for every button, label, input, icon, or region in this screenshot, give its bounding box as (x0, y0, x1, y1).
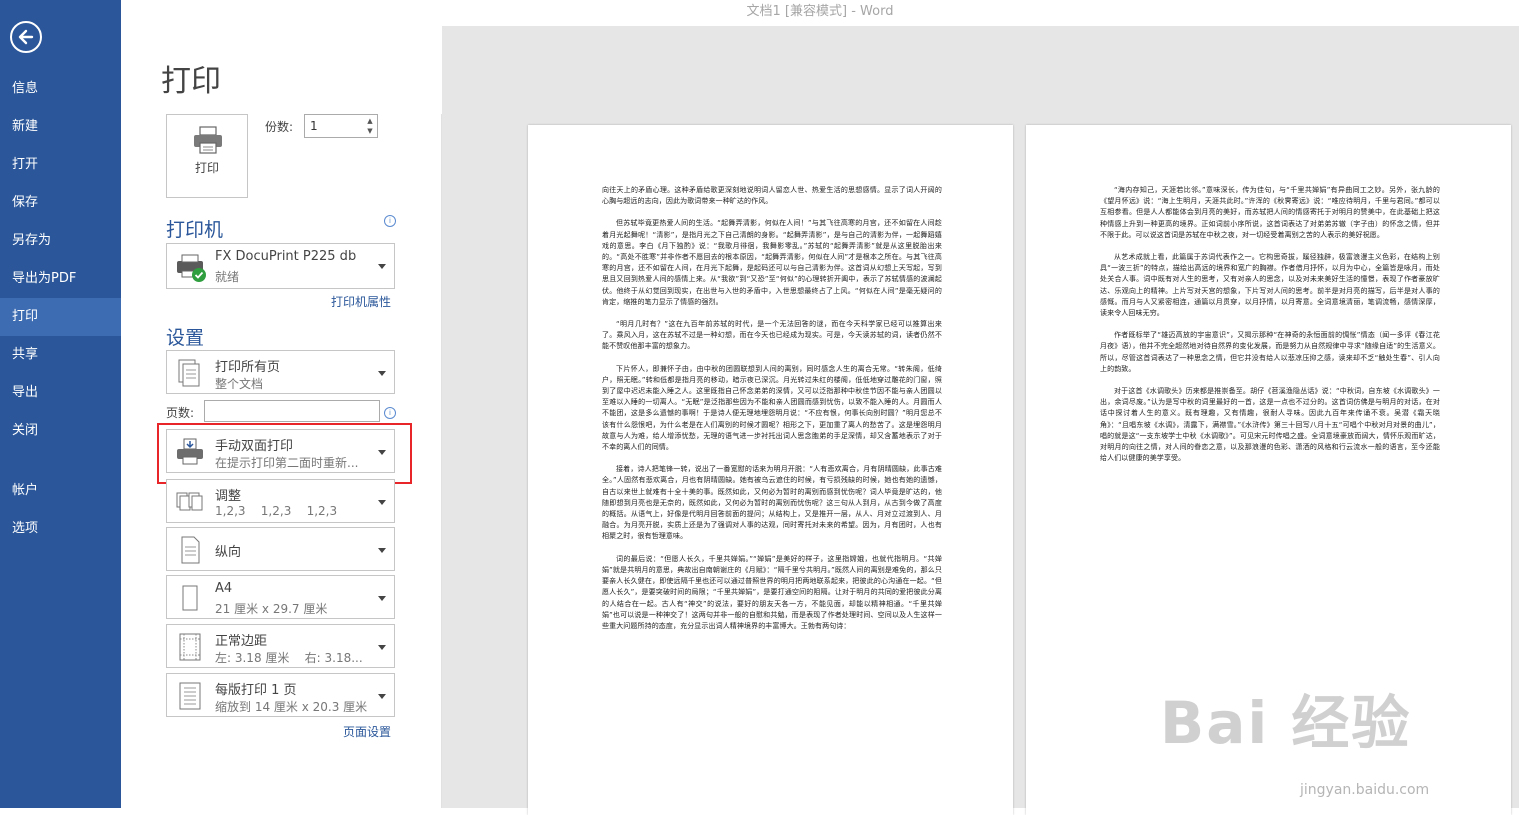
chevron-down-icon (378, 371, 386, 376)
margins-title: 正常边距 (215, 634, 268, 649)
paper-size-subtitle: 21 厘米 x 29.7 厘米 (215, 602, 328, 616)
page-2-paragraph: 对于这首《水调歌头》历来都是推崇备至。胡仔《苕溪渔隐丛话》说：“中秋词，自东坡《… (1100, 387, 1440, 463)
nav-item-print[interactable]: 打印 (0, 298, 121, 336)
baidu-watermark-url: jingyan.baidu.com (1300, 782, 1430, 798)
page-title: 打印 (161, 64, 221, 99)
nav-item-export-pdf[interactable]: 导出为PDF (0, 260, 121, 298)
baidu-watermark: Bai 经验 (1160, 689, 1412, 757)
page-1-paragraph: 接着，诗人把笔锋一转，说出了一番宽慰的话来为明月开脱：“人有悲欢离合，月有阴晴圆… (602, 465, 942, 541)
pages-per-sheet-dropdown[interactable]: 每版打印 1 页 缩放到 14 厘米 x 20.3 厘米 (166, 673, 395, 717)
page-2-paragraph: 作者既标举了“雄迈高放的宇宙意识”，又揭示那种“在神奇的永恒面前的惆怅”情态（闻… (1100, 331, 1440, 373)
nav-item-new[interactable]: 新建 (0, 108, 121, 146)
paper-size-title: A4 (215, 581, 233, 596)
page-2-paragraph: 从艺术成就上看，此篇属于苏词代表作之一。它构思奇拔，蹊径独辟，极富浪漫主义色彩，… (1100, 253, 1440, 318)
chevron-down-icon (378, 645, 386, 650)
spin-up-icon[interactable]: ▲ (365, 116, 375, 126)
chevron-down-icon (378, 548, 386, 553)
back-button[interactable] (10, 21, 42, 53)
chevron-down-icon (378, 500, 386, 505)
preview-page-1: 向往天上的矛盾心理。这种矛盾给歌更深刻地说明词人留恋人世、热爱生活的思想感情。显… (528, 125, 1013, 815)
paper-size-dropdown[interactable]: A4 21 厘米 x 29.7 厘米 (166, 575, 395, 619)
printer-ready-icon (177, 254, 206, 282)
pages-input[interactable] (204, 400, 380, 422)
print-button-label: 打印 (194, 161, 219, 175)
pages-per-sheet-subtitle: 缩放到 14 厘米 x 20.3 厘米 (215, 700, 368, 714)
orientation-dropdown[interactable]: 纵向 (166, 527, 395, 571)
pages-per-sheet-icon (179, 682, 201, 710)
pages-info-icon[interactable]: i (384, 407, 396, 419)
chevron-down-icon (378, 596, 386, 601)
print-range-title: 打印所有页 (215, 360, 281, 375)
portrait-icon (181, 536, 200, 564)
pages-label: 页数: (166, 406, 195, 420)
nav-item-account[interactable]: 帐户 (0, 472, 121, 510)
pages-icon (178, 359, 200, 387)
nav-item-export[interactable]: 导出 (0, 374, 121, 412)
printer-properties-link[interactable]: 打印机属性 (331, 293, 391, 310)
page-1-body: 向往天上的矛盾心理。这种矛盾给歌更深刻地说明词人留恋人世、热爱生活的思想感情。显… (602, 185, 942, 643)
page-2-paragraph: “海内存知己，天涯若比邻。”意味深长，传为佳句，与“千里共婵娟”有异曲同工之妙。… (1100, 186, 1440, 239)
margins-dropdown[interactable]: 正常边距 左: 3.18 厘米 右: 3.18... (166, 624, 395, 668)
margins-icon (179, 633, 201, 661)
printer-heading: 打印机 (166, 219, 224, 241)
page-1-paragraph: 向往天上的矛盾心理。这种矛盾给歌更深刻地说明词人留恋人世、热爱生活的思想感情。显… (602, 186, 942, 206)
arrow-left-icon (18, 29, 34, 45)
printer-icon (194, 126, 222, 154)
page-1-paragraph: “明月几时有？”这在九百年前苏轼的时代，是一个无法回答的谜，而在今天科学家已经可… (602, 320, 942, 351)
nav-item-close[interactable]: 关闭 (0, 412, 121, 450)
orientation-title: 纵向 (215, 545, 242, 560)
collate-title: 调整 (215, 489, 242, 504)
page-1-paragraph: 但苏轼毕竟更热爱人间的生活。“起舞弄清影，何似在人间！”与其飞往高寒的月宫，还不… (602, 219, 942, 306)
backstage-nav: 信息 新建 打开 保存 另存为 导出为PDF 打印 共享 导出 关闭 帐户 选项 (0, 0, 121, 808)
window-title: 文档1 [兼容模式] - Word (746, 4, 894, 19)
copies-value: 1 (310, 119, 318, 133)
page-1-paragraph: 下片怀人，即兼怀子由，由中秋的团圆联想到人间的离别，同时感念人生的离合无常。“转… (602, 364, 942, 452)
print-range-dropdown[interactable]: 打印所有页 整个文档 (166, 350, 395, 394)
collate-dropdown[interactable]: 调整 1,2,3 1,2,3 1,2,3 (166, 479, 395, 523)
print-range-subtitle: 整个文档 (215, 377, 264, 391)
nav-item-options[interactable]: 选项 (0, 510, 121, 548)
nav-item-save-as[interactable]: 另存为 (0, 222, 121, 260)
paper-size-icon (182, 585, 198, 611)
nav-item-info[interactable]: 信息 (0, 70, 121, 108)
highlight-annotation (157, 423, 412, 484)
page-setup-link[interactable]: 页面设置 (343, 723, 391, 740)
printer-dropdown[interactable]: FX DocuPrint P225 db 就绪 (166, 243, 395, 289)
spin-down-icon[interactable]: ▼ (365, 126, 375, 136)
printer-name: FX DocuPrint P225 db (215, 249, 357, 264)
nav-item-open[interactable]: 打开 (0, 146, 121, 184)
printer-status: 就绪 (215, 270, 240, 284)
collate-icon (176, 492, 203, 511)
copies-stepper[interactable]: 1 ▲ ▼ (304, 114, 378, 138)
nav-item-share[interactable]: 共享 (0, 336, 121, 374)
page-1-paragraph: 词的最后说：“但愿人长久，千里共婵娟。”“婵娟”是美好的样子，这里指嫦娥，也就代… (602, 554, 942, 630)
nav-item-save[interactable]: 保存 (0, 184, 121, 222)
collate-subtitle: 1,2,3 1,2,3 1,2,3 (215, 504, 338, 518)
printer-info-icon[interactable]: i (384, 215, 396, 227)
chevron-down-icon (378, 694, 386, 699)
chevron-down-icon (378, 264, 386, 269)
print-button[interactable]: 打印 (166, 114, 248, 198)
page-2-body: “海内存知己，天涯若比邻。”意味深长，传为佳句，与“千里共婵娟”有异曲同工之妙。… (1100, 185, 1440, 475)
margins-subtitle: 左: 3.18 厘米 右: 3.18... (215, 651, 363, 665)
pages-per-sheet-title: 每版打印 1 页 (215, 683, 297, 698)
settings-heading: 设置 (166, 327, 205, 349)
copies-label: 份数: (265, 120, 294, 134)
